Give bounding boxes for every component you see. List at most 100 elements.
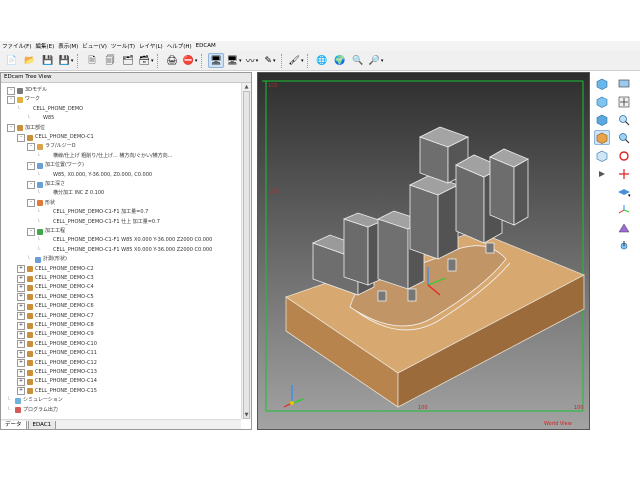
tree-row[interactable]: └ CELL_PHONE_DEMO-C1-F1 仕上 加工量=0.7 <box>37 218 160 227</box>
front-view-icon[interactable] <box>594 94 610 109</box>
tree-row[interactable]: + CELL_PHONE_DEMO-C5 <box>17 293 94 302</box>
menu-item[interactable]: ツール(T) <box>111 42 135 50</box>
layers-icon[interactable]: 🗂 <box>120 53 136 68</box>
tree-row[interactable]: └ シミュレーション <box>7 396 63 405</box>
expand-icon[interactable]: + <box>17 340 25 349</box>
tree-row[interactable]: └ CELL_PHONE_DEMO-C1-F1 W85 X0.000 Y-36.0… <box>37 236 212 245</box>
menu-item[interactable]: ヘルプ(H) <box>167 42 192 50</box>
zoom-in-icon[interactable] <box>616 112 632 127</box>
scroll-thumb[interactable] <box>243 91 250 419</box>
expand-icon[interactable]: + <box>17 302 25 311</box>
scroll-up-icon[interactable]: ▲ <box>242 83 251 91</box>
collapse-icon[interactable]: - <box>7 95 15 104</box>
shade-view-icon[interactable] <box>594 130 610 145</box>
expand-icon[interactable]: + <box>17 283 25 292</box>
move-view-icon[interactable] <box>616 94 632 109</box>
tree-row[interactable]: └ CELL_PHONE_DEMO-C1-F1 W85 X0.000 Y-36.0… <box>37 246 212 255</box>
tree-row[interactable]: - 形状 <box>27 199 55 208</box>
save-as-icon[interactable]: 💾 ▾ <box>58 53 74 68</box>
tree-row[interactable]: + CELL_PHONE_DEMO-C10 <box>17 340 97 349</box>
tree-row[interactable]: + CELL_PHONE_DEMO-C14 <box>17 377 97 386</box>
expand-icon[interactable]: + <box>17 312 25 321</box>
collapse-icon[interactable]: - <box>27 180 35 189</box>
collapse-icon[interactable]: - <box>7 124 15 133</box>
tree-row[interactable]: └ CELL_PHONE_DEMO <box>17 105 83 114</box>
zoom-icon[interactable]: 🔎 ▾ <box>368 53 384 68</box>
open-folder-icon[interactable]: 📂 <box>22 53 38 68</box>
menu-item[interactable]: ビュー(V) <box>82 42 107 50</box>
expand-icon[interactable] <box>594 166 610 181</box>
save-icon[interactable]: 💾 <box>40 53 56 68</box>
expand-icon[interactable]: + <box>17 377 25 386</box>
tree-row[interactable]: - 加工位置(ワーク) <box>27 161 84 170</box>
globe2-icon[interactable]: 🌍 <box>332 53 348 68</box>
iso-view-icon[interactable] <box>594 76 610 91</box>
stack-icon[interactable]: 🗃 ▾ <box>138 53 154 68</box>
axis-icon[interactable] <box>616 202 632 217</box>
globe-icon[interactable]: 🌐 <box>314 53 330 68</box>
tree-row[interactable]: - CELL_PHONE_DEMO-C1 <box>17 133 94 142</box>
side-view-icon[interactable] <box>594 112 610 127</box>
menu-item[interactable]: 編集(E) <box>35 42 54 50</box>
tree-row[interactable]: - 加工工程 <box>27 227 65 236</box>
tab-edac1[interactable]: EDAC1 <box>27 421 57 430</box>
tree-row[interactable]: + CELL_PHONE_DEMO-C6 <box>17 302 94 311</box>
print-icon[interactable]: 🖨 <box>164 53 180 68</box>
paste-icon[interactable]: 🗐 <box>102 53 118 68</box>
expand-icon[interactable]: + <box>17 359 25 368</box>
brush-icon[interactable]: 🖌 ▾ <box>288 53 304 68</box>
tree-row[interactable]: + CELL_PHONE_DEMO-C9 <box>17 330 94 339</box>
collapse-icon[interactable]: - <box>27 142 35 151</box>
menu-item[interactable]: 表示(M) <box>58 42 78 50</box>
tree-vertical-scrollbar[interactable]: ▲ ▼ <box>241 83 251 419</box>
wire-view-icon[interactable] <box>594 148 610 163</box>
grid-icon[interactable] <box>616 220 632 235</box>
collapse-icon[interactable]: - <box>27 227 35 236</box>
menu-item[interactable]: ファイル(F) <box>2 42 31 50</box>
expand-icon[interactable]: + <box>17 321 25 330</box>
collapse-icon[interactable]: - <box>27 199 35 208</box>
tree-row[interactable]: + CELL_PHONE_DEMO-C12 <box>17 359 97 368</box>
tree-row[interactable]: + CELL_PHONE_DEMO-C3 <box>17 274 94 283</box>
tree-row[interactable]: └ W85 <box>27 114 54 123</box>
monitor-icon[interactable]: 🖥 <box>208 53 224 68</box>
tree-row[interactable]: + CELL_PHONE_DEMO-C11 <box>17 349 97 358</box>
tree-row[interactable]: - 加工部位 <box>7 124 45 133</box>
zoom-fit-icon[interactable] <box>616 130 632 145</box>
expand-icon[interactable]: + <box>17 368 25 377</box>
pen-icon[interactable]: ✎ ▾ <box>262 53 278 68</box>
origin-icon[interactable] <box>616 238 632 253</box>
menu-item[interactable]: レイヤ(L) <box>139 42 163 50</box>
tree-row[interactable]: └ W85, X0.000, Y-36.000, Z0.000, C0.000 <box>37 171 152 180</box>
rotate-icon[interactable] <box>616 148 632 163</box>
copy-icon[interactable]: 🗎 <box>84 53 100 68</box>
tree-row[interactable]: + CELL_PHONE_DEMO-C4 <box>17 283 94 292</box>
collapse-icon[interactable]: - <box>7 86 15 95</box>
tree-row[interactable]: - 3Dモデル <box>7 86 47 95</box>
viewport-canvas[interactable]: 100 100 100 100 World View <box>258 73 589 429</box>
tree-row[interactable]: └ 計測(形状) <box>27 255 67 264</box>
expand-icon[interactable]: + <box>17 349 25 358</box>
tree-row[interactable]: + CELL_PHONE_DEMO-C8 <box>17 321 94 330</box>
collapse-icon[interactable]: - <box>27 161 35 170</box>
tree-row[interactable]: └ CELL_PHONE_DEMO-C1-F1 加工量=0.7 <box>37 208 148 217</box>
tree-row[interactable]: └ プログラム出力 <box>7 406 58 415</box>
move-icon[interactable] <box>616 166 632 181</box>
expand-icon[interactable]: + <box>17 293 25 302</box>
tree-row[interactable]: + CELL_PHONE_DEMO-C7 <box>17 312 94 321</box>
scroll-down-icon[interactable]: ▼ <box>242 411 251 419</box>
tree-row[interactable]: + CELL_PHONE_DEMO-C15 <box>17 387 97 396</box>
screen-icon[interactable]: 🖥 ▾ <box>226 53 242 68</box>
tree-row[interactable]: └ 横分加工 INC Z 0.100 <box>37 189 104 198</box>
tree-row[interactable]: - 加工深さ <box>27 180 65 189</box>
expand-icon[interactable]: + <box>17 330 25 339</box>
tree-row[interactable]: + CELL_PHONE_DEMO-C13 <box>17 368 97 377</box>
tree-row[interactable]: └ 横線/仕上げ 粗削り/仕上げ... 横方向/ぐかい/横方向... <box>37 152 172 161</box>
expand-icon[interactable]: + <box>17 387 25 396</box>
tree-row[interactable]: - ラフ/ルジーO <box>27 142 76 151</box>
menu-item[interactable]: EDCAM <box>196 43 216 49</box>
tab-data[interactable]: データ <box>0 421 27 430</box>
display-icon[interactable] <box>616 76 632 91</box>
3d-viewport[interactable]: 100 100 100 100 World View <box>257 72 590 430</box>
new-file-icon[interactable]: 📄 <box>4 53 20 68</box>
